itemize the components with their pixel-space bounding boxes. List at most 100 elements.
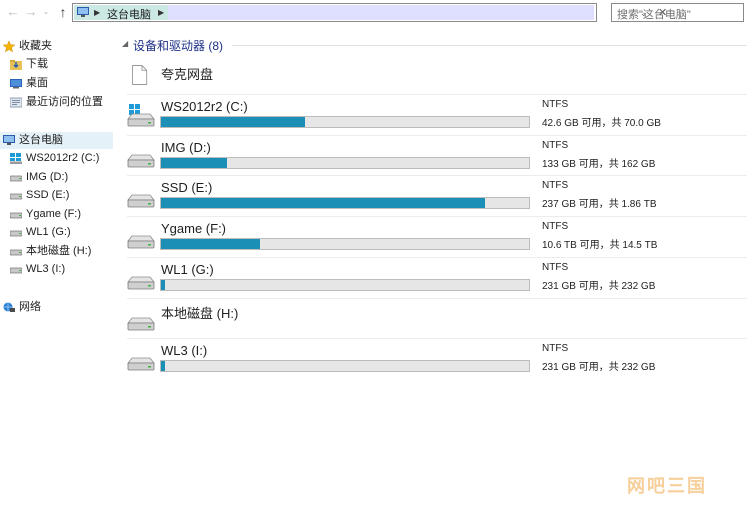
windows-drive-icon [127, 104, 155, 127]
hard-drive-icon [10, 193, 22, 200]
row-separator [127, 297, 747, 299]
free-space-label: 10.6 TB 可用，共 14.5 TB [542, 240, 658, 252]
drive-item-f[interactable]: Ygame (F:) NTFS 10.6 TB 可用，共 14.5 TB [127, 216, 747, 256]
computer-icon [77, 7, 89, 17]
windows-drive-icon [10, 153, 22, 164]
back-button[interactable]: ← [4, 3, 22, 21]
desktop-icon [10, 79, 22, 89]
capacity-bar-fill [161, 361, 165, 372]
recent-places-icon [10, 97, 22, 108]
row-separator [127, 134, 747, 136]
hard-drive-icon [127, 154, 155, 168]
filesystem-label: NTFS [542, 139, 569, 151]
sidebar-item-label: 本地磁盘 (H:) [26, 245, 92, 257]
sidebar-item-label: WL1 (G:) [26, 226, 71, 238]
drive-name: Ygame (F:) [161, 221, 227, 237]
sidebar-item-label: 下载 [26, 58, 48, 70]
sidebar-item-label: 收藏夹 [19, 40, 52, 52]
hard-drive-icon [10, 267, 22, 274]
free-space-label: 237 GB 可用，共 1.86 TB [542, 199, 657, 211]
drive-item-i[interactable]: WL3 (I:) NTFS 231 GB 可用，共 232 GB [127, 338, 747, 378]
hard-drive-icon [10, 175, 22, 182]
downloads-folder-icon [10, 60, 22, 70]
drive-name: IMG (D:) [161, 139, 211, 155]
capacity-bar-fill [161, 117, 305, 127]
capacity-bar-fill [161, 198, 485, 209]
hard-drive-icon [10, 212, 22, 219]
address-bar[interactable]: ▶ 这台电脑 ▶ ⌄ ✕ [72, 3, 667, 22]
search-box[interactable]: 搜索"这台电脑" [611, 3, 744, 22]
drive-name: SSD (E:) [161, 180, 213, 196]
breadcrumb-arrow-icon[interactable]: ▶ [158, 8, 164, 17]
drive-name: 本地磁盘 (H:) [161, 305, 239, 321]
sidebar-item-label: 网络 [19, 301, 41, 313]
drive-name: WL3 (I:) [161, 343, 208, 359]
free-space-label: 42.6 GB 可用，共 70.0 GB [542, 118, 661, 129]
collapse-chevron-icon[interactable]: ◢ [122, 39, 128, 48]
address-segment[interactable]: ▶ 这台电脑 ▶ [74, 5, 168, 21]
sidebar-item-label: WL3 (I:) [26, 263, 66, 275]
sidebar-item-label: IMG (D:) [26, 171, 69, 183]
filesystem-label: NTFS [542, 221, 569, 233]
hard-drive-icon [127, 194, 155, 208]
search-placeholder: 搜索"这台电脑" [617, 9, 691, 21]
filesystem-label: NTFS [542, 99, 569, 110]
capacity-bar-fill [161, 239, 260, 250]
hard-drive-icon [10, 249, 22, 256]
address-empty-area[interactable] [168, 5, 594, 20]
breadcrumb-arrow-icon[interactable]: ▶ [94, 8, 100, 17]
item-cloud-drive[interactable]: 夸克网盘 [127, 59, 747, 99]
row-separator [127, 256, 747, 258]
star-icon [3, 41, 15, 52]
drive-item-g[interactable]: WL1 (G:) NTFS 231 GB 可用，共 232 GB [127, 256, 747, 297]
sidebar-item-label: WS2012r2 (C:) [26, 152, 100, 164]
filesystem-label: NTFS [542, 343, 569, 355]
sidebar-item-label: 桌面 [26, 77, 48, 89]
row-separator [127, 338, 747, 340]
navigation-bar: ← → ⌄ ↑ ▶ 这台电脑 ▶ ⌄ ✕ 搜索"这台电脑" [0, 0, 747, 25]
capacity-bar-fill [161, 157, 227, 168]
network-icon [3, 302, 15, 312]
drive-name: WL1 (G:) [161, 261, 214, 277]
free-space-label: 133 GB 可用，共 162 GB [542, 158, 656, 170]
filesystem-label: NTFS [542, 261, 569, 273]
group-title: 设备和驱动器 (8) [133, 39, 224, 53]
item-name: 夸克网盘 [161, 67, 214, 82]
capacity-bar [160, 238, 530, 251]
address-segment-label: 这台电脑 [107, 9, 151, 21]
computer-icon [3, 135, 15, 145]
content-pane: ◢ 设备和驱动器 (8) 夸克网盘 WS2012r2 (C:) NTFS 42.6 … [122, 25, 747, 508]
navigation-pane: 收藏夹 下载 桌面 最近访问的位置 这台电脑 WS2012r2 (C:) IMG… [0, 25, 122, 508]
free-space-label: 231 GB 可用，共 232 GB [542, 280, 656, 292]
hard-drive-icon [127, 317, 155, 330]
free-space-label: 231 GB 可用，共 232 GB [542, 362, 656, 374]
row-separator [127, 216, 747, 218]
row-separator [127, 175, 747, 177]
sidebar-item-label: 这台电脑 [19, 134, 63, 146]
capacity-bar [160, 360, 530, 373]
drive-item-e[interactable]: SSD (E:) NTFS 237 GB 可用，共 1.86 TB [127, 175, 747, 215]
capacity-bar-fill [161, 279, 165, 290]
hard-drive-icon [127, 235, 155, 249]
row-separator [127, 94, 747, 95]
watermark: 网吧三国 [627, 476, 707, 496]
hard-drive-icon [10, 230, 22, 237]
sidebar-item-label: SSD (E:) [26, 189, 70, 201]
group-divider [232, 45, 747, 46]
sidebar-item-label: 最近访问的位置 [26, 96, 103, 108]
hard-drive-icon [127, 357, 155, 371]
drive-name: WS2012r2 (C:) [161, 99, 248, 114]
up-button[interactable]: ↑ [54, 3, 72, 21]
capacity-bar [160, 278, 530, 291]
drive-item-d[interactable]: IMG (D:) NTFS 133 GB 可用，共 162 GB [127, 134, 747, 175]
drive-item-h[interactable]: 本地磁盘 (H:) [127, 297, 747, 338]
sidebar-item-label: Ygame (F:) [26, 208, 82, 220]
capacity-bar [160, 116, 530, 128]
drive-item-c[interactable]: WS2012r2 (C:) NTFS 42.6 GB 可用，共 70.0 GB [127, 94, 747, 134]
file-icon [132, 65, 148, 85]
recent-locations-button[interactable]: ⌄ [37, 3, 55, 21]
filesystem-label: NTFS [542, 180, 569, 192]
hard-drive-icon [127, 276, 155, 290]
capacity-bar [160, 156, 530, 169]
capacity-bar [160, 197, 530, 210]
